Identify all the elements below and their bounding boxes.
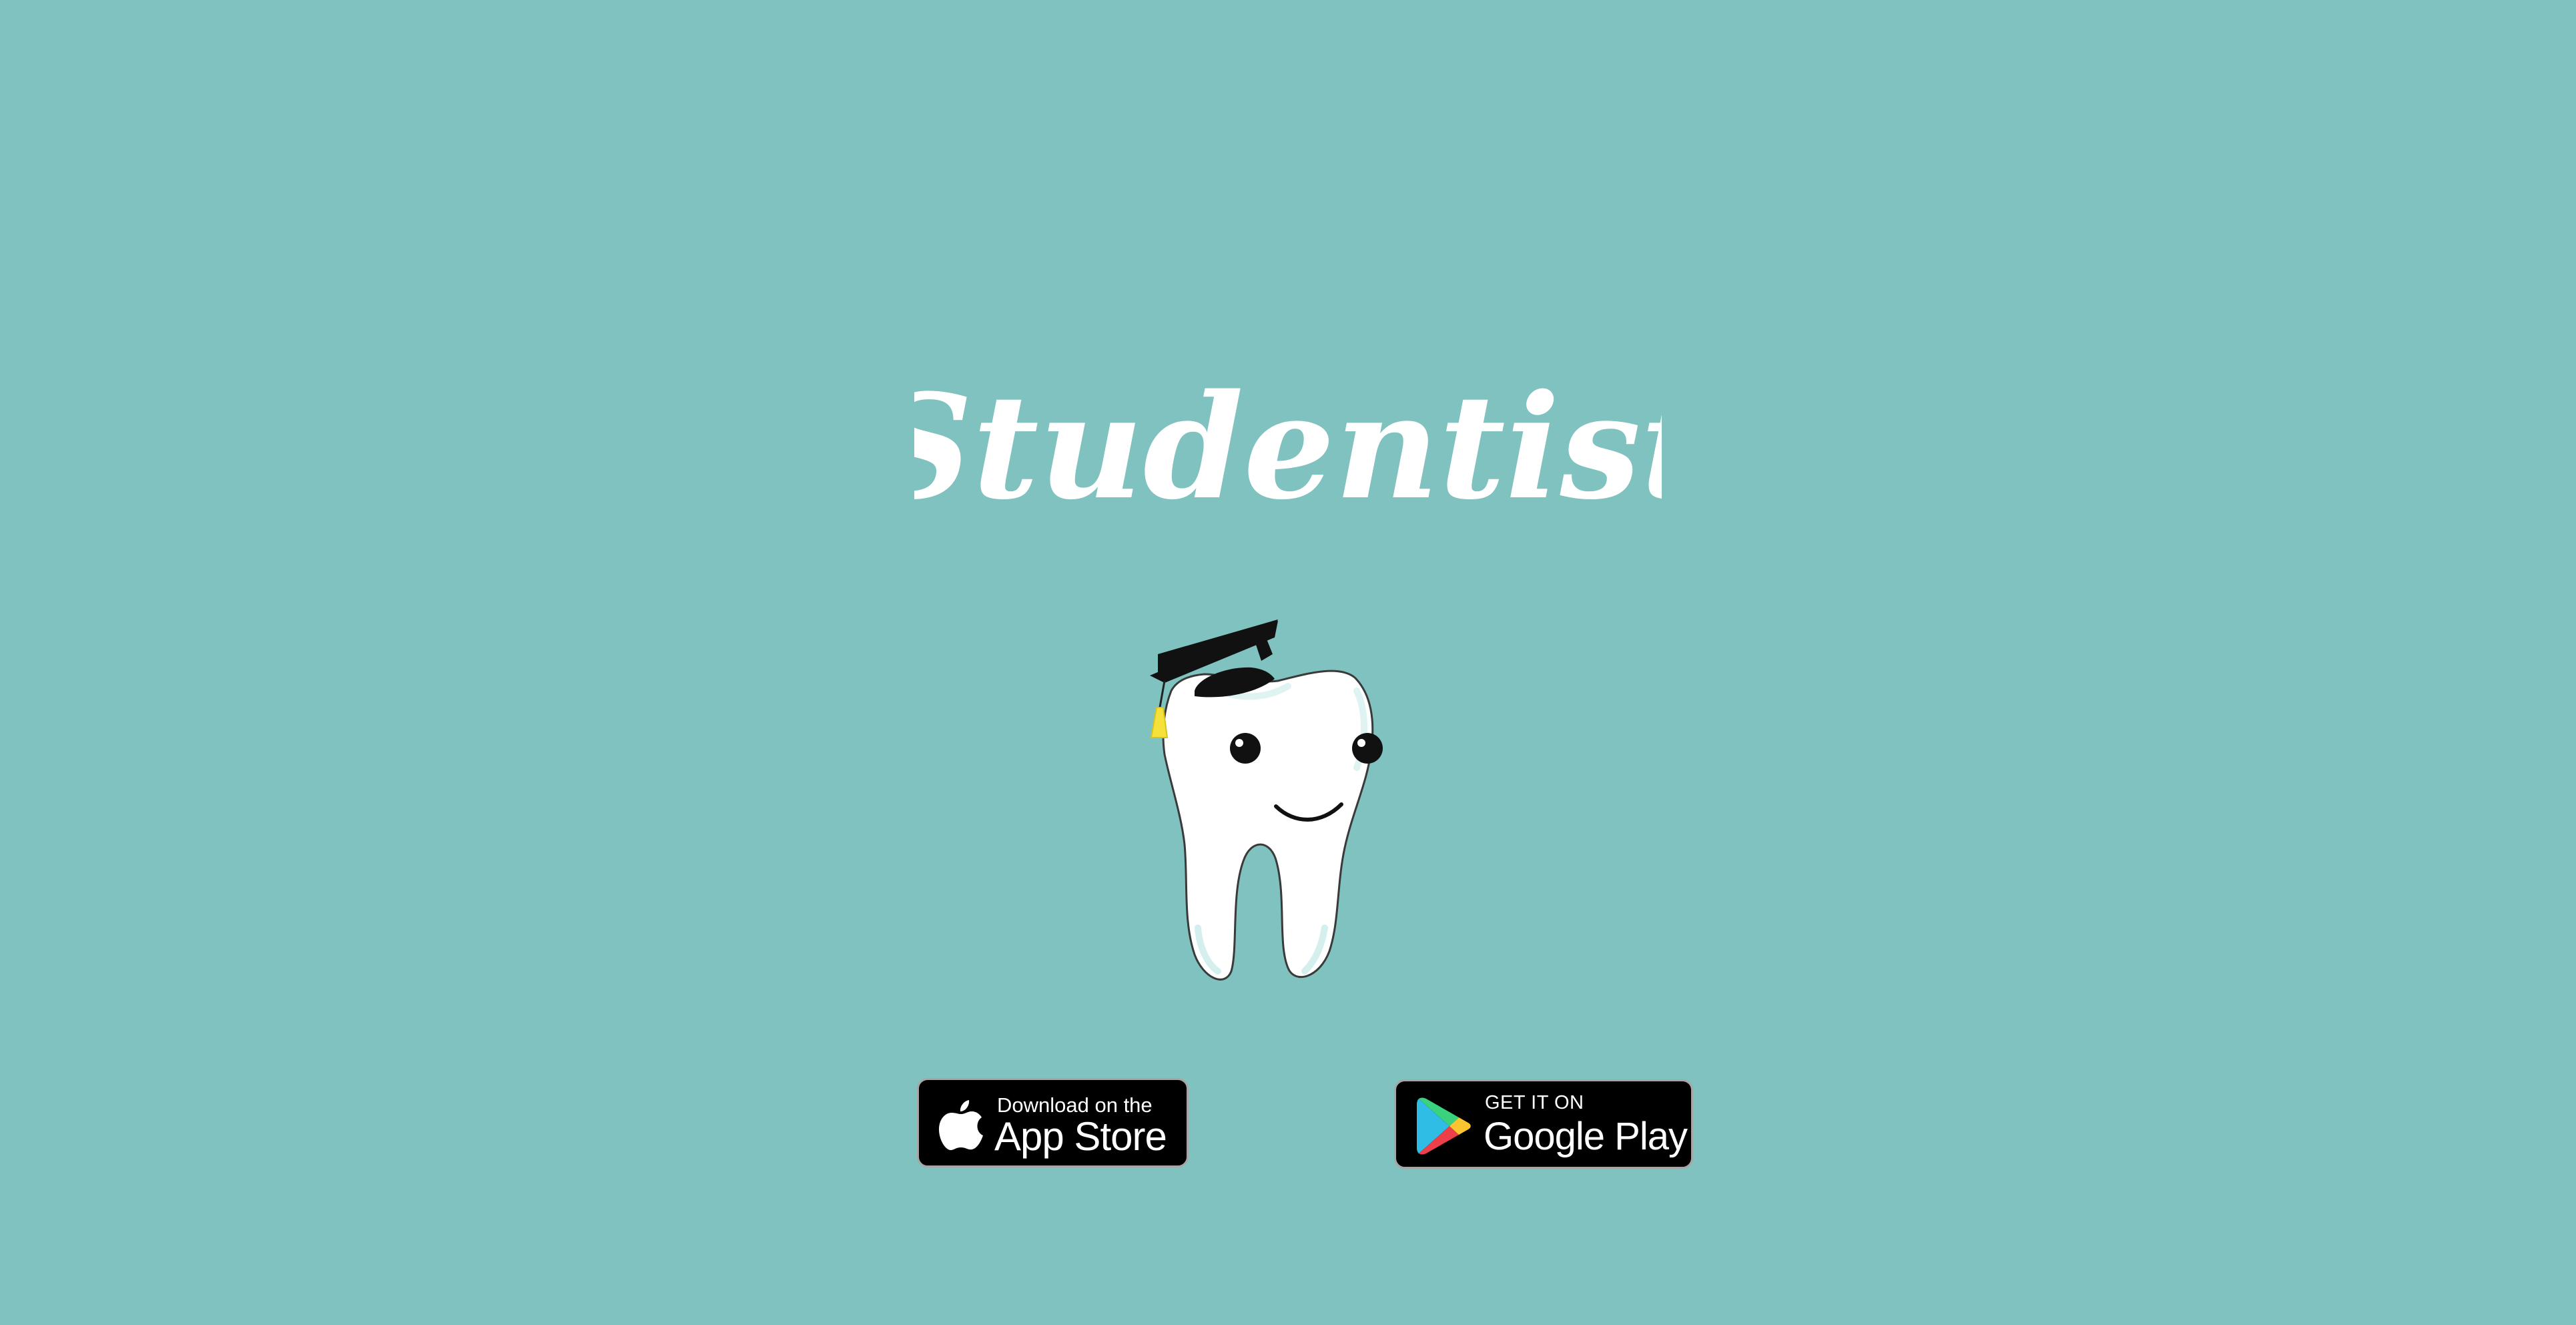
- google-play-big-label: Google Play: [1484, 1115, 1688, 1158]
- apple-icon: [939, 1097, 983, 1151]
- google-play-icon: [1416, 1096, 1471, 1156]
- logo-wordmark: Studentist: [914, 364, 1662, 531]
- graduate-tooth-icon: [1145, 614, 1431, 988]
- app-store-big-label: App Store: [994, 1114, 1167, 1159]
- google-play-button[interactable]: GET IT ON Google Play: [1394, 1079, 1693, 1169]
- app-store-button[interactable]: Download on the App Store: [917, 1078, 1189, 1167]
- app-logo: Studentist: [869, 362, 1707, 544]
- google-play-small-label: GET IT ON: [1485, 1092, 1584, 1113]
